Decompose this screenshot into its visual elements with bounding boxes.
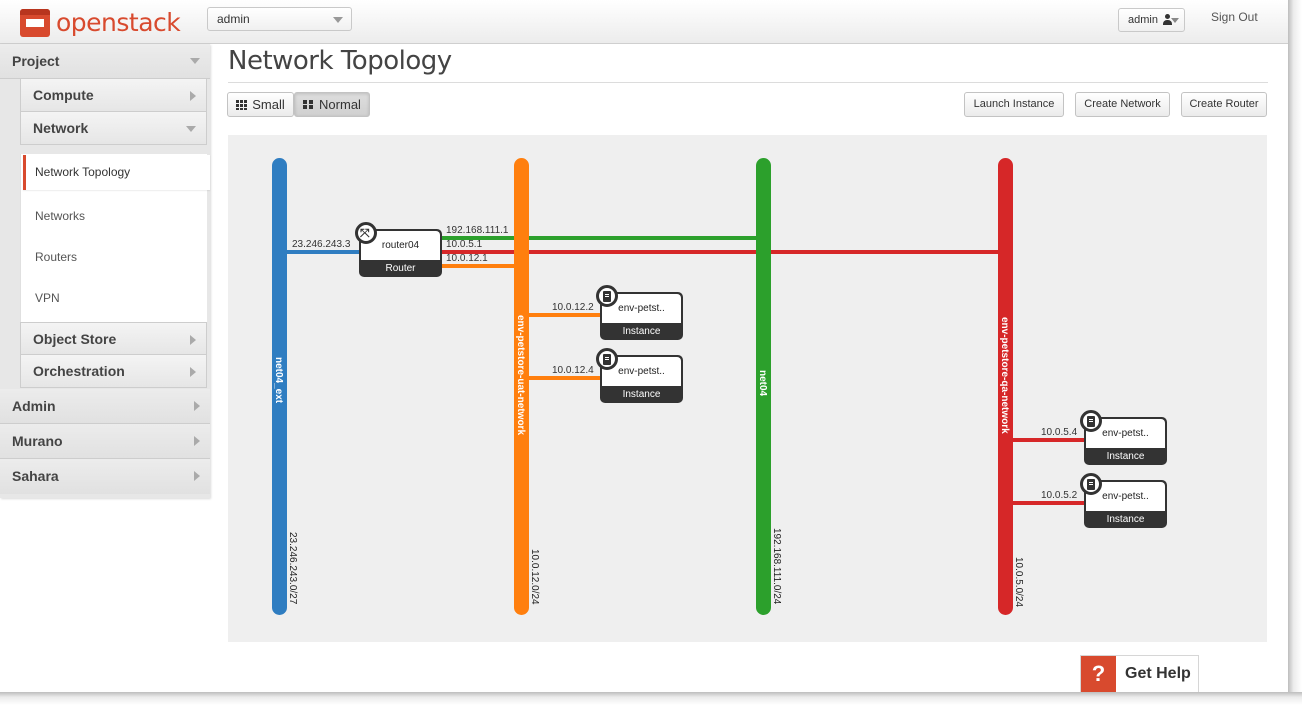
topology-canvas: net04_ext env-petstore-uat-network net04… <box>228 135 1267 642</box>
dashboard-label: Murano <box>12 433 63 449</box>
chevron-right-icon <box>190 91 196 101</box>
dashboard-label: Sahara <box>12 468 59 484</box>
panel-group-object-store[interactable]: Object Store <box>20 322 207 355</box>
get-help-button[interactable]: ? Get Help <box>1080 655 1199 692</box>
dashboard-label: Admin <box>12 398 56 414</box>
view-normal-button[interactable]: Normal <box>294 92 370 117</box>
nav-item-network-topology[interactable]: Network Topology <box>23 155 210 190</box>
dashboard-murano[interactable]: Murano <box>0 424 210 459</box>
network-name: env-petstore-uat-network <box>515 315 526 436</box>
server-icon <box>596 285 618 307</box>
router-port-ip: 10.0.5.1 <box>446 239 483 250</box>
network-name: net04 <box>757 370 768 397</box>
chevron-right-icon <box>190 367 196 377</box>
connection-lines <box>285 236 1086 505</box>
chevron-down-icon <box>333 17 343 23</box>
create-network-button[interactable]: Create Network <box>1075 92 1170 117</box>
view-small-button[interactable]: Small <box>227 92 294 117</box>
instance-ip: 10.0.5.2 <box>1041 490 1078 501</box>
panel-group-label: Object Store <box>33 331 117 347</box>
dashboard-admin[interactable]: Admin <box>0 389 210 424</box>
instance-type-label: Instance <box>622 326 661 337</box>
instance-type-label: Instance <box>1106 514 1145 525</box>
chevron-right-icon <box>194 401 200 411</box>
router-port-ip: 23.246.243.3 <box>292 239 351 250</box>
grid-small-icon <box>236 100 248 110</box>
launch-instance-button[interactable]: Launch Instance <box>964 92 1064 117</box>
chevron-right-icon <box>190 335 196 345</box>
router-node[interactable]: router04 Router ⤧ <box>355 222 442 277</box>
panel-group-label: Compute <box>33 87 94 103</box>
project-selector-label: admin <box>217 12 250 26</box>
get-help-label: Get Help <box>1125 665 1191 682</box>
instance-type-label: Instance <box>1106 451 1145 462</box>
create-router-button[interactable]: Create Router <box>1181 92 1267 117</box>
server-icon <box>596 348 618 370</box>
nav-item-routers[interactable]: Routers <box>35 250 77 264</box>
title-divider <box>228 82 1268 83</box>
network-cidr: 23.246.243.0/27 <box>287 532 298 605</box>
openstack-logo-icon <box>20 8 50 37</box>
sign-out-link[interactable]: Sign Out <box>1211 10 1258 24</box>
user-menu-label: admin <box>1128 14 1158 26</box>
chevron-down-icon <box>186 126 196 132</box>
project-selector[interactable]: admin <box>207 7 352 31</box>
dashboard-label: Project <box>12 53 60 69</box>
user-menu-button[interactable]: admin <box>1118 8 1185 32</box>
network-cidr: 10.0.12.0/24 <box>529 549 540 605</box>
chevron-down-icon <box>190 58 200 64</box>
window-shadow-bottom <box>0 692 1302 705</box>
network-cidr: 192.168.111.0/24 <box>771 528 782 605</box>
router-type-label: Router <box>385 263 416 274</box>
network-name: net04_ext <box>273 357 284 404</box>
dashboard-project[interactable]: Project <box>0 44 210 79</box>
page-title: Network Topology <box>228 46 452 76</box>
instance-ip: 10.0.12.2 <box>552 302 594 313</box>
view-normal-label: Normal <box>319 97 361 112</box>
grid-large-icon <box>303 100 314 110</box>
question-icon: ? <box>1081 656 1116 692</box>
panel-group-network[interactable]: Network <box>20 112 207 145</box>
instance-node[interactable]: env-petst.. Instance <box>1080 473 1167 528</box>
instance-node[interactable]: env-petst.. Instance <box>596 348 683 403</box>
brand-name: openstack <box>56 8 181 37</box>
panel-group-label: Network <box>33 120 89 136</box>
window-shadow-right <box>1288 0 1302 705</box>
nav-item-networks[interactable]: Networks <box>35 209 85 223</box>
chevron-right-icon <box>194 471 200 481</box>
router-port-ip: 10.0.12.1 <box>446 253 488 264</box>
instance-node[interactable]: env-petst.. Instance <box>596 285 683 340</box>
server-icon <box>1080 410 1102 432</box>
nav-item-vpn[interactable]: VPN <box>35 291 60 305</box>
panel-group-label: Orchestration <box>33 363 125 379</box>
instance-type-label: Instance <box>622 389 661 400</box>
network-cidr: 10.0.5.0/24 <box>1013 557 1024 608</box>
router-icon: ⤧ <box>355 222 377 244</box>
view-small-label: Small <box>252 97 285 112</box>
openstack-logo[interactable]: openstack <box>20 8 181 37</box>
dashboard-sahara[interactable]: Sahara <box>0 459 210 494</box>
panel-group-compute[interactable]: Compute <box>20 79 207 112</box>
instance-node[interactable]: env-petst.. Instance <box>1080 410 1167 465</box>
top-bar: openstack admin admin Sign Out <box>0 0 1288 44</box>
sidebar: Project Compute Network Networks Routers… <box>0 44 210 498</box>
chevron-right-icon <box>194 436 200 446</box>
panel-group-orchestration[interactable]: Orchestration <box>20 355 207 388</box>
instance-ip: 10.0.5.4 <box>1041 427 1078 438</box>
instance-ip: 10.0.12.4 <box>552 365 594 376</box>
server-icon <box>1080 473 1102 495</box>
router-port-ip: 192.168.111.1 <box>446 225 509 236</box>
chevron-down-icon <box>1171 18 1179 23</box>
network-name: env-petstore-qa-network <box>999 317 1010 434</box>
